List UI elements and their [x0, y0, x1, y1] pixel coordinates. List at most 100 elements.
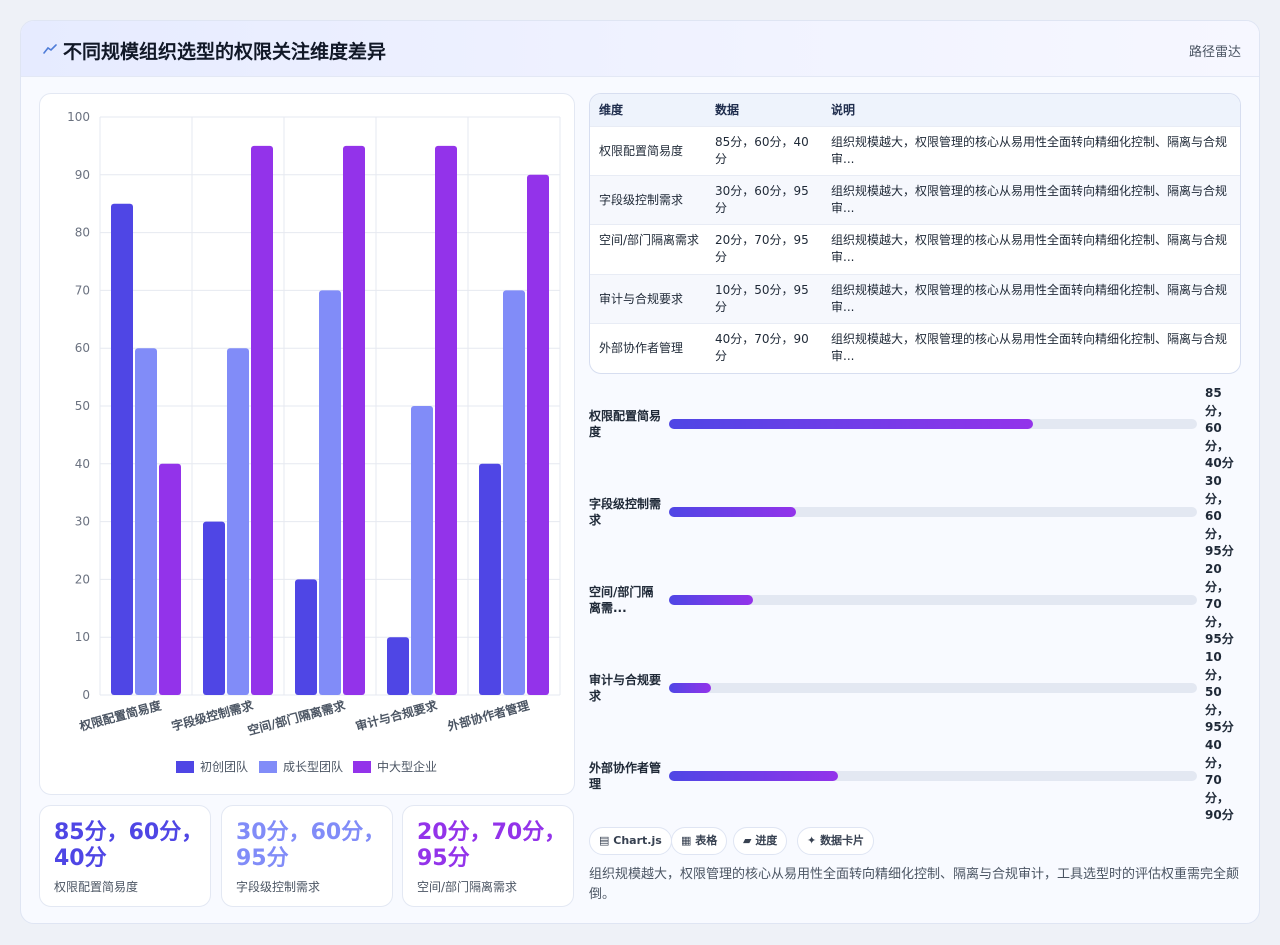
x-tick-label: 权限配置简易度	[77, 697, 164, 734]
bar	[159, 463, 181, 695]
kpi-value: 20分，70分，95分	[417, 820, 567, 871]
progress-label: 外部协作者管理	[589, 761, 662, 791]
progress-fill	[669, 595, 754, 605]
bar	[343, 145, 365, 695]
bar	[135, 348, 157, 695]
y-tick-label: 80	[75, 226, 90, 240]
kpi-card: 30分，60分，95分 字段级控制需求	[221, 805, 393, 907]
progress-label: 字段级控制需求	[589, 497, 662, 527]
chart-icon: ▤	[599, 834, 610, 847]
kpi-card: 85分，60分，40分 权限配置简易度	[39, 805, 211, 907]
table-cell-data: 30分，60分，95分	[715, 184, 809, 215]
data-table: 维度 数据 说明 权限配置简易度 85分，60分，40分 组织规模越大，权限管理…	[589, 93, 1241, 374]
kpi-label: 权限配置简易度	[54, 880, 139, 894]
y-tick-label: 10	[75, 630, 90, 644]
chip-table[interactable]: ▦ 表格	[671, 827, 728, 855]
progress-row: 权限配置简易度 85分，60分，40分	[589, 385, 1249, 470]
chip-chartjs[interactable]: ▤ Chart.js	[589, 827, 672, 855]
page-title: 不同规模组织选型的权限关注维度差异	[63, 41, 387, 63]
bar	[411, 406, 433, 695]
progress-fill	[669, 771, 838, 781]
progress-row: 空间/部门隔离需... 20分，70分，95分	[589, 561, 1249, 646]
y-tick-label: 30	[75, 515, 90, 529]
y-tick-label: 50	[75, 399, 90, 413]
progress-value: 85分，60分，40分	[1205, 386, 1234, 471]
progress-value: 40分，70分，90分	[1205, 738, 1234, 823]
progress-icon: ▰	[743, 834, 752, 847]
y-tick-label: 60	[75, 341, 90, 355]
y-tick-label: 40	[75, 457, 90, 471]
progress-value: 30分，60分，95分	[1205, 474, 1234, 559]
bar	[295, 579, 317, 695]
table-cell-data: 20分，70分，95分	[715, 233, 809, 264]
bar	[503, 290, 525, 695]
table-cell-description: 组织规模越大，权限管理的核心从易用性全面转向精细化控制、隔离与合规审...	[831, 233, 1228, 264]
progress-track	[669, 683, 1197, 693]
progress-track	[669, 507, 1197, 517]
bar	[435, 145, 457, 695]
progress-fill	[669, 507, 796, 517]
table-icon: ▦	[681, 834, 692, 847]
table-cell-data: 10分，50分，95分	[715, 283, 809, 314]
table-header-dimension: 维度	[599, 103, 624, 117]
table-cell-dimension: 字段级控制需求	[599, 193, 684, 207]
progress-track	[669, 771, 1197, 781]
legend-swatch	[259, 761, 277, 773]
bar	[479, 463, 501, 695]
progress-fill	[669, 419, 1034, 429]
dashboard-card: 不同规模组织选型的权限关注维度差异 路径雷达 0 10 20 30 40 50 60 70 80…	[20, 20, 1260, 924]
bar	[227, 348, 249, 695]
progress-track	[669, 595, 1197, 605]
bar	[111, 203, 133, 695]
progress-track	[669, 419, 1197, 429]
chip-data-card[interactable]: ✦ 数据卡片	[797, 827, 875, 855]
chip-label: 进度	[755, 834, 778, 847]
progress-row: 外部协作者管理 40分，70分，90分	[589, 737, 1249, 822]
kpi-card: 20分，70分，95分 空间/部门隔离需求	[402, 805, 574, 907]
table-cell-dimension: 审计与合规要求	[599, 292, 684, 306]
table-cell-description: 组织规模越大，权限管理的核心从易用性全面转向精细化控制、隔离与合规审...	[831, 332, 1228, 363]
summary-text: 组织规模越大，权限管理的核心从易用性全面转向精细化控制、隔离与合规审计，工具选型…	[589, 867, 1240, 902]
table-cell-data: 85分，60分，40分	[715, 135, 809, 166]
x-tick-label: 审计与合规要求	[354, 697, 440, 733]
bar	[319, 290, 341, 695]
y-tick-label: 0	[82, 688, 90, 702]
y-tick-label: 20	[75, 572, 90, 586]
legend-label: 中大型企业	[377, 759, 437, 774]
table-cell-description: 组织规模越大，权限管理的核心从易用性全面转向精细化控制、隔离与合规审...	[831, 135, 1228, 166]
table-cell-data: 40分，70分，90分	[715, 332, 809, 363]
legend-label: 成长型团队	[283, 759, 343, 774]
progress-value: 10分，50分，95分	[1205, 650, 1234, 735]
table-cell-dimension: 权限配置简易度	[599, 144, 684, 158]
y-tick-label: 100	[67, 110, 90, 124]
table-cell-dimension: 空间/部门隔离需求	[599, 233, 700, 247]
bar	[387, 637, 409, 695]
table-header-row: 维度 数据 说明	[590, 94, 1240, 127]
y-tick-label: 70	[75, 283, 90, 297]
legend-swatch	[353, 761, 371, 773]
chip-label: 数据卡片	[820, 834, 865, 847]
kpi-value: 30分，60分，95分	[236, 820, 386, 871]
chip-label: 表格	[695, 834, 718, 847]
x-tick-label: 空间/部门隔离需求	[246, 697, 348, 738]
table-header-data: 数据	[715, 103, 740, 117]
progress-label: 权限配置简易度	[589, 409, 662, 439]
kpi-value: 85分，60分，40分	[54, 820, 204, 871]
legend-label: 初创团队	[200, 759, 248, 774]
bar	[203, 521, 225, 695]
table-row: 审计与合规要求 10分，50分，95分 组织规模越大，权限管理的核心从易用性全面…	[590, 275, 1240, 324]
chip-progress[interactable]: ▰ 进度	[733, 827, 788, 855]
table-header-description: 说明	[831, 103, 856, 117]
bar-chart-panel: 0 10 20 30 40 50 60 70 80 90 100 权限配置简易度 字段级控制需求 空间/部…	[39, 93, 575, 795]
table-cell-description: 组织规模越大，权限管理的核心从易用性全面转向精细化控制、隔离与合规审...	[831, 184, 1228, 215]
x-tick-label: 字段级控制需求	[170, 697, 256, 733]
y-tick-label: 90	[75, 168, 90, 182]
progress-fill	[669, 683, 712, 693]
card-icon: ✦	[807, 834, 817, 847]
kpi-label: 空间/部门隔离需求	[417, 880, 518, 894]
header-tag[interactable]: 路径雷达	[1189, 41, 1241, 60]
bar	[251, 145, 273, 695]
progress-row: 字段级控制需求 30分，60分，95分	[589, 473, 1249, 558]
table-row: 字段级控制需求 30分，60分，95分 组织规模越大，权限管理的核心从易用性全面…	[590, 176, 1240, 225]
progress-row: 审计与合规要求 10分，50分，95分	[589, 649, 1249, 734]
